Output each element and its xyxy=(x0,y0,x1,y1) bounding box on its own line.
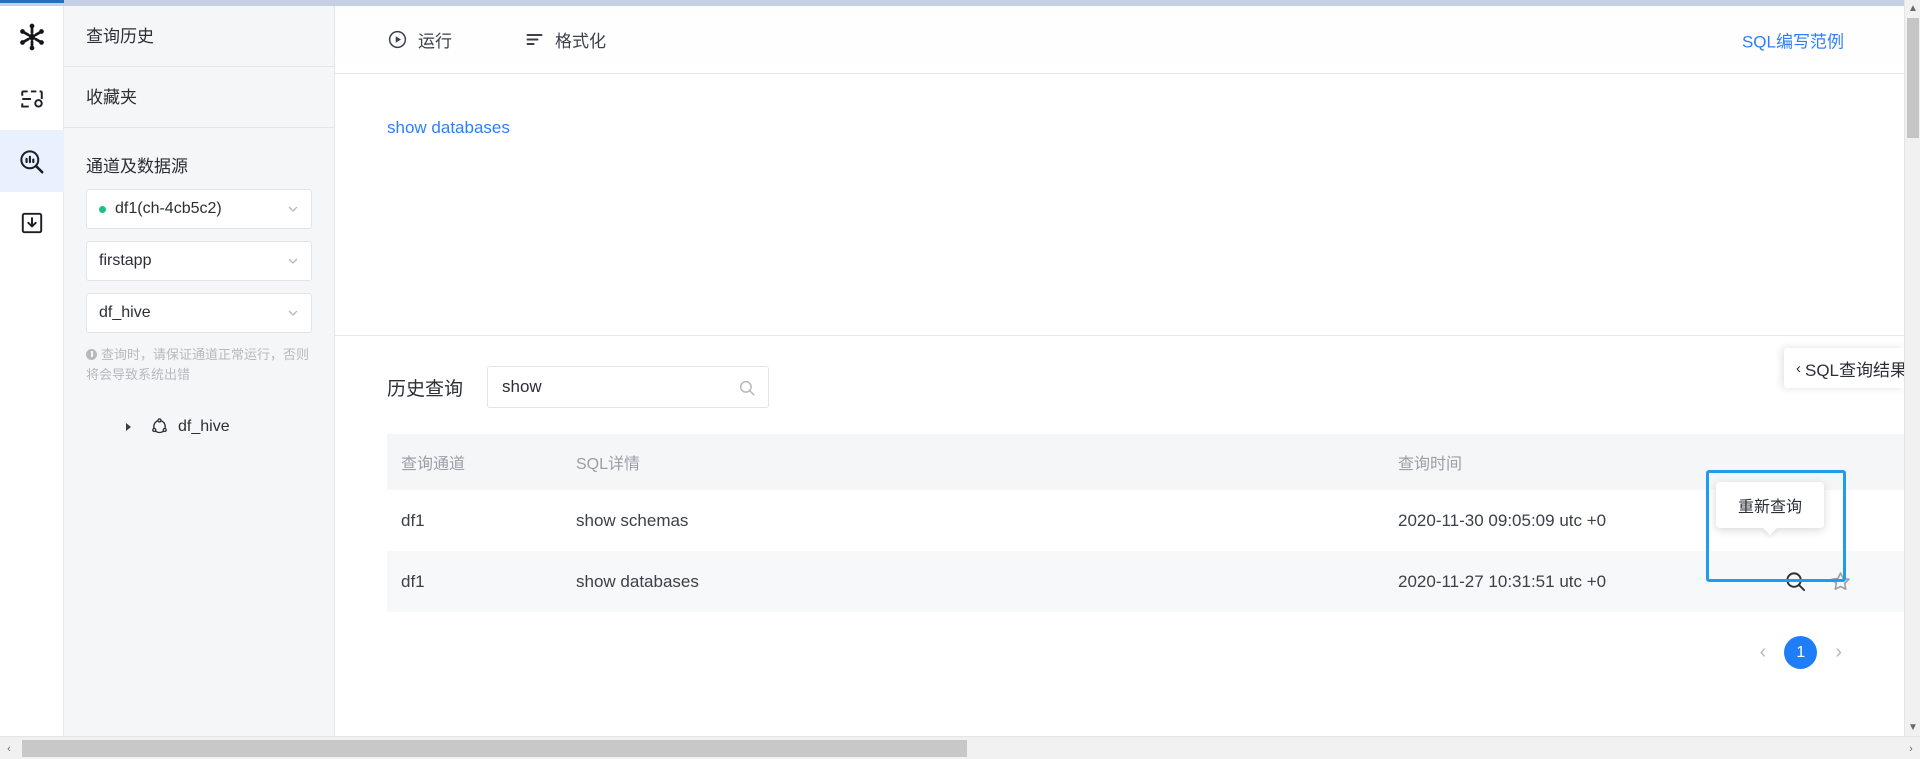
history-section: 历史查询 查询通道 SQL详情 查询时间 xyxy=(335,336,1904,669)
pagination: ‹ 1 › xyxy=(335,636,1904,669)
cell-actions xyxy=(1764,551,1904,612)
channel-select-value: df1(ch-4cb5c2) xyxy=(115,200,222,218)
tree-item-label: df_hive xyxy=(178,418,230,436)
tree-item-df-hive[interactable]: df_hive xyxy=(64,411,334,442)
history-header: 历史查询 xyxy=(335,366,1904,408)
datasource-hint: 查询时，请保证通道正常运行，否则将会导致系统出错 xyxy=(86,345,312,385)
format-button[interactable]: 格式化 xyxy=(524,27,606,52)
app-root: 查询历史 收藏夹 通道及数据源 df1(ch-4cb5c2) firstapp … xyxy=(0,0,1920,759)
rail-item-query[interactable] xyxy=(0,130,64,192)
pagination-page-1[interactable]: 1 xyxy=(1784,636,1817,669)
datasource-group-title: 通道及数据源 xyxy=(64,128,334,189)
icon-rail xyxy=(0,6,64,736)
info-icon xyxy=(86,349,97,360)
scroll-right-arrow[interactable]: › xyxy=(1902,737,1920,759)
hive-node-icon xyxy=(150,417,169,436)
run-button[interactable]: 运行 xyxy=(387,27,452,52)
chevron-left-icon: ‹ xyxy=(1796,360,1801,377)
sql-editor-text: show databases xyxy=(387,118,1904,138)
vertical-scroll-thumb[interactable] xyxy=(1907,18,1919,138)
scroll-left-arrow[interactable]: ‹ xyxy=(0,737,18,759)
format-button-label: 格式化 xyxy=(555,27,606,52)
history-table-body: df1 show schemas 2020-11-30 09:05:09 utc… xyxy=(387,490,1904,612)
left-panel: 查询历史 收藏夹 通道及数据源 df1(ch-4cb5c2) firstapp … xyxy=(64,6,335,736)
history-table: 查询通道 SQL详情 查询时间 df1 show schemas 2020-11… xyxy=(387,434,1904,612)
pagination-next[interactable]: › xyxy=(1835,641,1842,664)
panel-section-favorites[interactable]: 收藏夹 xyxy=(64,67,334,128)
cell-sql: show schemas xyxy=(562,490,1384,551)
row-actions xyxy=(1778,570,1904,593)
horizontal-scrollbar[interactable]: ‹ › xyxy=(0,736,1920,759)
main-area: 运行 格式化 SQL编写范例 show databases 历史查询 xyxy=(335,6,1904,736)
cell-channel: df1 xyxy=(387,490,562,551)
cell-time: 2020-11-30 09:05:09 utc +0 xyxy=(1384,490,1764,551)
sql-sample-link[interactable]: SQL编写范例 xyxy=(1742,27,1844,52)
top-strip-accent xyxy=(0,0,64,3)
rail-item-export[interactable] xyxy=(0,192,64,254)
chevron-down-icon xyxy=(287,307,299,319)
pagination-prev[interactable]: ‹ xyxy=(1760,641,1767,664)
editor-toolbar: 运行 格式化 SQL编写范例 xyxy=(335,6,1904,74)
app-select-value: firstapp xyxy=(99,252,151,270)
chevron-down-icon xyxy=(287,203,299,215)
vertical-scrollbar[interactable]: ▲ ▼ xyxy=(1904,0,1920,736)
search-icon[interactable] xyxy=(738,379,756,402)
sql-result-tab[interactable]: ‹ SQL查询结果 xyxy=(1784,348,1904,388)
favorite-star-icon[interactable] xyxy=(1829,570,1852,593)
requery-tooltip: 重新查询 xyxy=(1716,482,1824,528)
scroll-down-arrow[interactable]: ▼ xyxy=(1905,719,1920,736)
run-button-label: 运行 xyxy=(418,27,452,52)
history-title: 历史查询 xyxy=(387,374,463,401)
rail-item-app-logo[interactable] xyxy=(0,6,64,68)
save-download-icon xyxy=(19,210,45,236)
datasource-tree: df_hive xyxy=(64,411,334,442)
col-header-channel: 查询通道 xyxy=(387,434,562,490)
history-table-head: 查询通道 SQL详情 查询时间 xyxy=(387,434,1904,490)
rail-item-pipeline[interactable] xyxy=(0,68,64,130)
col-header-time: 查询时间 xyxy=(1384,434,1764,490)
datasource-select-value: df_hive xyxy=(99,304,151,322)
cell-sql: show databases xyxy=(562,551,1384,612)
search-input[interactable] xyxy=(488,367,768,407)
cell-time: 2020-11-27 10:31:51 utc +0 xyxy=(1384,551,1764,612)
datasource-select[interactable]: df_hive xyxy=(86,293,312,333)
play-circle-icon xyxy=(387,29,408,50)
dashed-box-icon xyxy=(19,86,45,112)
horizontal-scroll-thumb[interactable] xyxy=(22,740,967,757)
requery-icon[interactable] xyxy=(1784,570,1807,593)
app-select[interactable]: firstapp xyxy=(86,241,312,281)
scroll-up-arrow[interactable]: ▲ xyxy=(1905,0,1920,17)
table-row[interactable]: df1 show schemas 2020-11-30 09:05:09 utc… xyxy=(387,490,1904,551)
table-header-row: 查询通道 SQL详情 查询时间 xyxy=(387,434,1904,490)
col-header-sql: SQL详情 xyxy=(562,434,1384,490)
asterisk-icon xyxy=(17,22,47,52)
sql-result-tab-label: SQL查询结果 xyxy=(1805,356,1904,381)
format-lines-icon xyxy=(524,30,545,49)
chevron-down-icon xyxy=(287,255,299,267)
history-search[interactable] xyxy=(487,366,769,408)
cell-channel: df1 xyxy=(387,551,562,612)
channel-status-dot xyxy=(99,206,106,213)
channel-select[interactable]: df1(ch-4cb5c2) xyxy=(86,189,312,229)
sql-editor[interactable]: show databases xyxy=(335,74,1904,336)
magnifier-chart-icon xyxy=(18,148,45,175)
table-row[interactable]: df1 show databases 2020-11-27 10:31:51 u… xyxy=(387,551,1904,612)
chevron-right-icon[interactable] xyxy=(126,423,131,431)
datasource-hint-text: 查询时，请保证通道正常运行，否则将会导致系统出错 xyxy=(86,347,309,382)
panel-section-query-history[interactable]: 查询历史 xyxy=(64,6,334,67)
